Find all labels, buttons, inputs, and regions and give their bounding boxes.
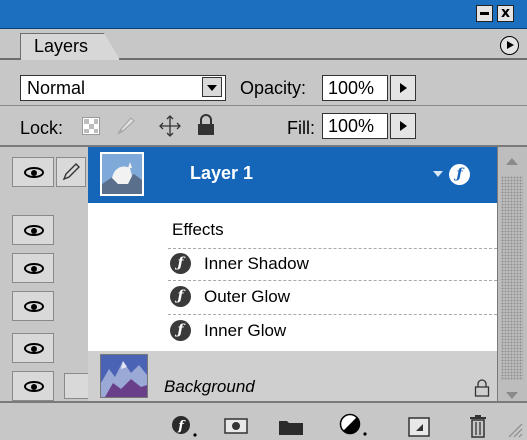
close-icon: x — [500, 5, 511, 21]
effect-icon: ƒ — [170, 253, 191, 274]
new-group-icon[interactable] — [278, 418, 304, 436]
eye-icon — [24, 263, 44, 274]
blend-mode-select[interactable]: Normal — [20, 75, 226, 101]
eye-icon — [24, 225, 44, 236]
effect-icon: ƒ — [170, 286, 191, 307]
scroll-up-arrow-icon[interactable] — [501, 150, 523, 174]
opacity-input[interactable]: 100% — [322, 75, 388, 101]
link-toggle-background[interactable] — [64, 373, 90, 399]
effect-inner-shadow[interactable]: Inner Shadow — [204, 254, 309, 274]
visibility-toggle-outer-glow[interactable] — [12, 253, 54, 283]
layers-list: Layer 1 ƒ Effects ƒ Inner Shadow ƒ Outer… — [0, 147, 497, 401]
divider — [168, 314, 497, 315]
visibility-toggle-effects[interactable] — [12, 333, 54, 363]
lock-transparency-icon[interactable] — [82, 117, 100, 135]
minimize-icon[interactable] — [476, 5, 493, 22]
lock-position-move-icon[interactable] — [158, 114, 182, 138]
eye-icon — [24, 301, 44, 312]
effect-inner-glow[interactable]: Inner Glow — [204, 321, 286, 341]
divider — [168, 248, 497, 249]
effects-list — [88, 203, 497, 351]
opacity-label: Opacity: — [240, 78, 307, 98]
effect-icon: ƒ — [170, 320, 191, 341]
opacity-slider-arrow-icon[interactable] — [390, 75, 416, 101]
fill-label: Fill: — [287, 118, 315, 138]
mountain-goat-thumbnail — [100, 152, 144, 196]
new-layer-icon[interactable] — [408, 417, 430, 437]
fill-slider-arrow-icon[interactable] — [390, 113, 416, 139]
lock-all-padlock-icon[interactable] — [196, 114, 216, 136]
eye-icon — [24, 167, 44, 178]
layer-mask-icon[interactable] — [224, 418, 248, 434]
layer-name[interactable]: Background — [164, 377, 255, 397]
visibility-toggle-background[interactable] — [12, 371, 54, 401]
lock-row — [0, 107, 527, 147]
fill-input[interactable]: 100% — [322, 113, 388, 139]
layer-effects-badge-icon[interactable]: ƒ — [449, 164, 470, 185]
mountain-landscape-thumbnail — [100, 354, 148, 398]
expand-effects-icon[interactable] — [433, 171, 443, 177]
divider — [168, 280, 497, 281]
close-button[interactable]: x — [497, 5, 514, 22]
bottom-toolbar — [0, 401, 527, 440]
eye-icon — [24, 343, 44, 354]
scrollbar-track[interactable] — [501, 176, 523, 380]
visibility-toggle-inner-glow[interactable] — [12, 291, 54, 321]
adjustment-layer-icon[interactable] — [338, 413, 370, 437]
lock-label: Lock: — [20, 118, 64, 138]
resize-grip-icon[interactable] — [505, 420, 523, 438]
eye-icon — [24, 381, 44, 392]
brush-link-icon[interactable] — [56, 157, 86, 187]
effect-outer-glow[interactable]: Outer Glow — [204, 287, 290, 307]
chevron-down-icon[interactable] — [202, 77, 222, 97]
lock-image-brush-icon[interactable] — [114, 115, 136, 137]
delete-layer-icon[interactable] — [468, 414, 488, 438]
padlock-icon — [474, 379, 490, 397]
palette-menu-arrow-icon[interactable] — [500, 36, 519, 55]
effects-heading[interactable]: Effects — [172, 220, 224, 240]
scroll-down-arrow-icon[interactable] — [501, 384, 523, 400]
visibility-toggle-inner-shadow[interactable] — [12, 215, 54, 245]
tab-layers-label: Layers — [34, 36, 89, 56]
palette-title-bar[interactable] — [0, 0, 527, 29]
layer-name[interactable]: Layer 1 — [190, 163, 253, 184]
layer-row-background[interactable] — [88, 351, 497, 401]
visibility-toggle-layer-1[interactable] — [12, 157, 54, 187]
layer-style-icon[interactable]: f — [170, 414, 200, 438]
